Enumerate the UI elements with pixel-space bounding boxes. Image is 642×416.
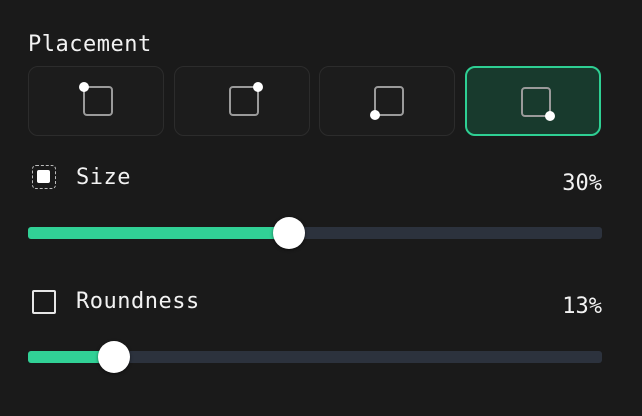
- placement-top-left-button[interactable]: [28, 66, 164, 136]
- size-label: Size: [76, 165, 131, 190]
- placement-options: [28, 66, 602, 138]
- roundness-slider-thumb[interactable]: [98, 341, 130, 373]
- placement-bottom-left-button[interactable]: [319, 66, 455, 136]
- roundness-icon: [32, 290, 56, 314]
- corner-bottom-right-icon: [521, 87, 555, 121]
- roundness-slider[interactable]: [28, 339, 602, 375]
- roundness-label: Roundness: [76, 289, 200, 314]
- size-slider-thumb[interactable]: [273, 217, 305, 249]
- size-icon: [32, 165, 56, 189]
- corner-top-left-icon: [79, 82, 113, 116]
- size-value: 30%: [562, 171, 602, 196]
- placement-bottom-right-button[interactable]: [465, 66, 601, 136]
- placement-top-right-button[interactable]: [174, 66, 310, 136]
- roundness-value: 13%: [562, 294, 602, 319]
- corner-top-right-icon: [229, 82, 263, 116]
- corner-bottom-left-icon: [370, 86, 404, 120]
- size-slider-fill: [28, 227, 289, 239]
- size-slider[interactable]: [28, 215, 602, 251]
- placement-label: Placement: [28, 32, 152, 57]
